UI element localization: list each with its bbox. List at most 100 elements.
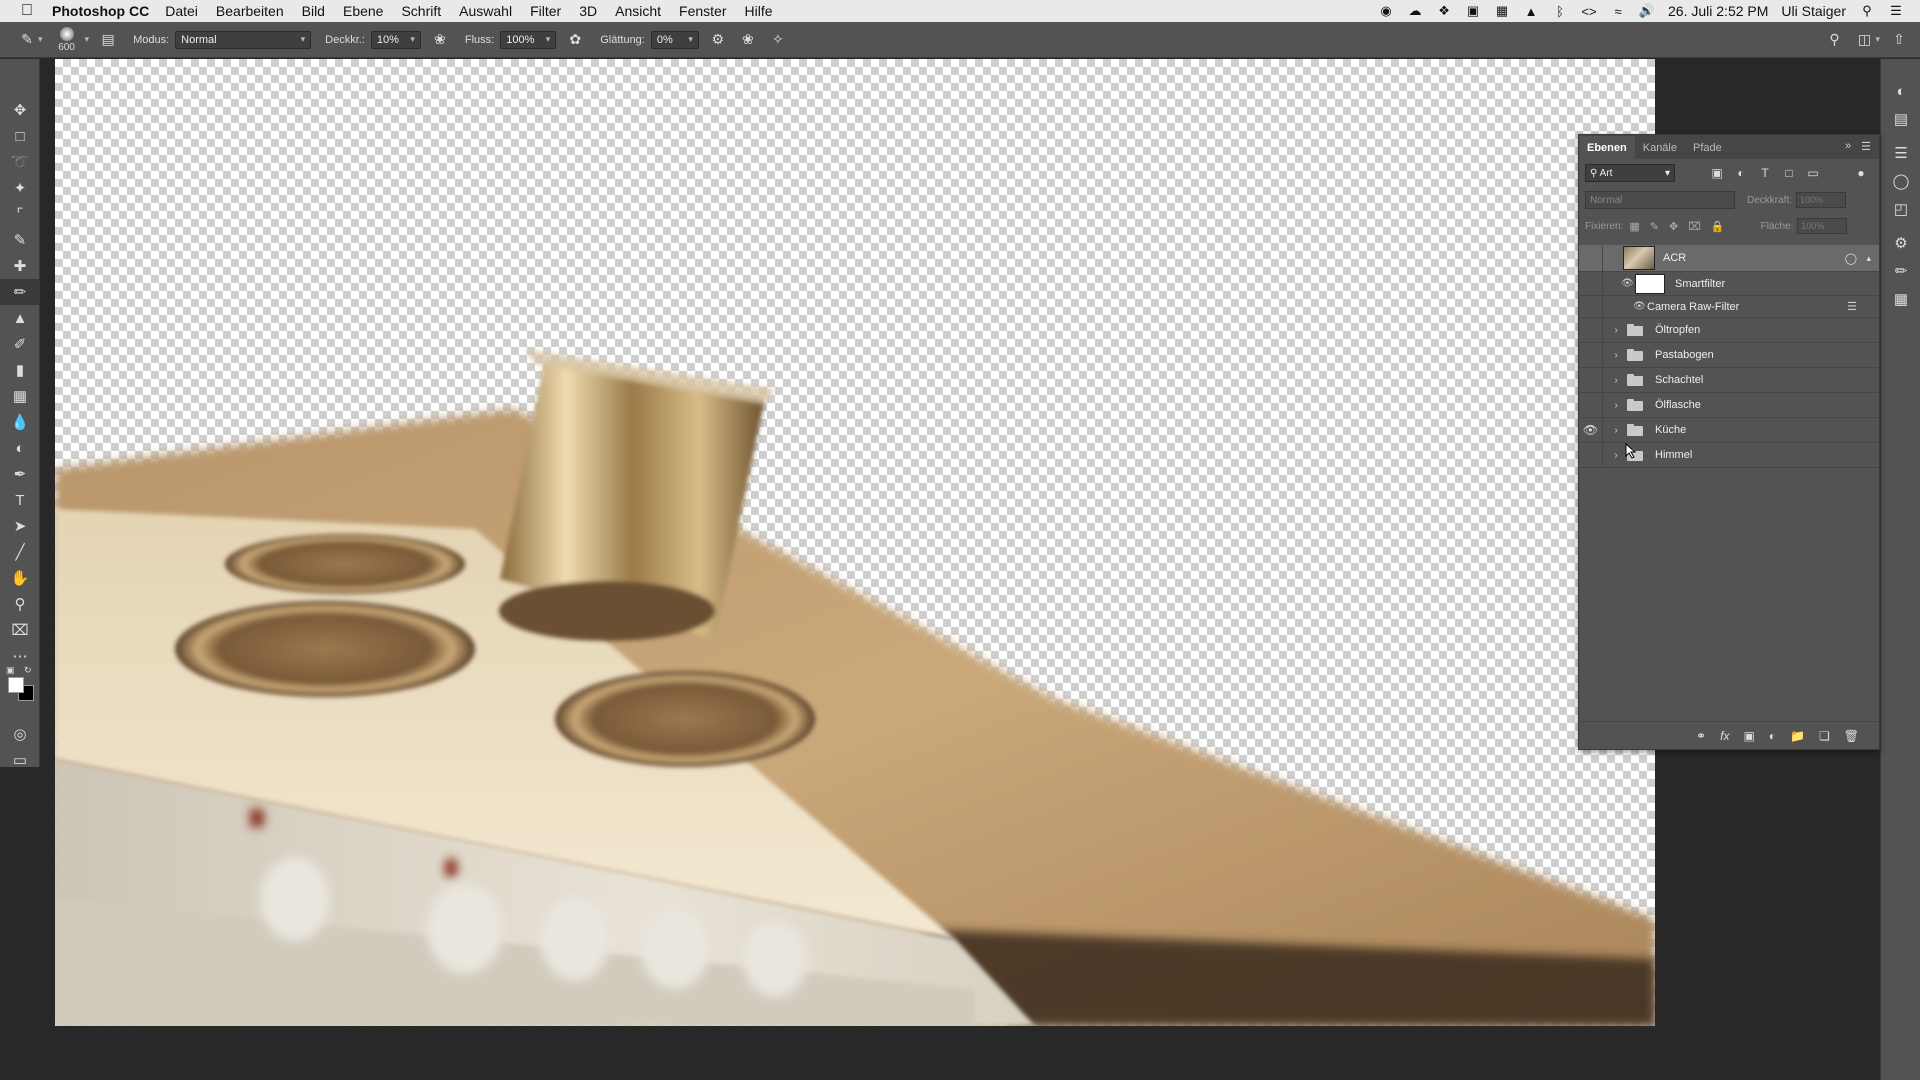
blur-tool-icon[interactable]: 💧 (0, 409, 40, 435)
filter-toggle-icon[interactable]: ● (1853, 166, 1869, 180)
workspace-chevron-down-icon[interactable]: ▾ (1875, 34, 1880, 45)
wifi-icon[interactable]: ≈ (1610, 4, 1626, 19)
layer-group-oeltropfen[interactable]: › Öltropfen (1579, 317, 1879, 343)
screen-mode-icon[interactable]: ▭ (0, 747, 40, 773)
crop-tool-icon[interactable]: ⌜ (0, 201, 40, 227)
filter-kind-select[interactable]: ⚲ Art ▾ (1585, 164, 1675, 182)
bluetooth-icon[interactable]: ᛒ (1552, 4, 1568, 19)
filter-pixel-icon[interactable]: ▣ (1709, 166, 1725, 180)
visibility-toggle[interactable] (1579, 342, 1603, 368)
dropbox-icon[interactable]: ❖ (1436, 3, 1452, 18)
layer-name[interactable]: Himmel (1655, 449, 1692, 461)
document-canvas[interactable] (55, 59, 1655, 1026)
lock-all-icon[interactable]: 🔒 (1711, 220, 1725, 233)
creative-cloud-icon[interactable]: ☁ (1407, 3, 1423, 18)
tab-pfade[interactable]: Pfade (1685, 142, 1730, 159)
visibility-toggle[interactable] (1579, 442, 1603, 468)
clock[interactable]: 26. Juli 2:52 PM (1668, 3, 1768, 19)
add-mask-icon[interactable]: ▣ (1743, 729, 1754, 743)
expand-chevron-right-icon[interactable]: › (1609, 400, 1623, 411)
layer-group-pastabogen[interactable]: › Pastabogen (1579, 342, 1879, 368)
layer-fill-field[interactable]: 100% (1797, 218, 1848, 234)
menu-fenster[interactable]: Fenster (679, 3, 726, 19)
mode-select[interactable]: Normal ▾ (175, 30, 312, 49)
layer-group-oelflasche[interactable]: › Ölflasche (1579, 392, 1879, 418)
type-tool-icon[interactable]: T (0, 487, 40, 513)
move-tool-icon[interactable]: ✥ (0, 97, 40, 123)
properties-panel-icon[interactable]: ⚙ (1881, 229, 1920, 257)
visibility-toggle[interactable] (1579, 317, 1603, 343)
zoom-tool-icon[interactable]: ⚲ (0, 591, 40, 617)
foreground-color-swatch[interactable] (8, 677, 24, 693)
expand-chevron-right-icon[interactable]: › (1609, 375, 1623, 386)
notification-center-icon[interactable]: ☰ (1888, 3, 1904, 18)
history-brush-tool-icon[interactable]: ✐ (0, 331, 40, 357)
smartfilter-mask-thumbnail[interactable] (1635, 273, 1665, 294)
symmetry-butterfly-icon[interactable]: ✧ (767, 29, 789, 51)
layer-group-himmel[interactable]: › Himmel (1579, 442, 1879, 468)
airbrush-icon[interactable]: ✿ (564, 29, 586, 51)
menu-ansicht[interactable]: Ansicht (615, 3, 661, 19)
layer-name[interactable]: Pastabogen (1655, 349, 1714, 361)
smartfilter-eye-icon[interactable]: 👁 (1621, 278, 1635, 289)
filter-smart-object-icon[interactable]: ▭ (1805, 166, 1821, 180)
collapse-panel-icon[interactable]: » (1845, 140, 1851, 153)
clone-stamp-tool-icon[interactable]: ▲ (0, 305, 40, 331)
warning-icon[interactable]: ▲ (1523, 4, 1539, 19)
layers-panel-icon[interactable]: ☰ (1881, 139, 1920, 167)
hand-tool-icon[interactable]: ✋ (0, 565, 40, 591)
flow-select[interactable]: 100% ▾ (500, 30, 557, 49)
collapse-effects-chevron-up-icon[interactable]: ▴ (1866, 253, 1871, 264)
workspace-icon[interactable]: ◫ (1853, 29, 1875, 51)
blend-mode-select[interactable]: Normal (1585, 191, 1735, 209)
layer-name[interactable]: Öltropfen (1655, 324, 1700, 336)
layer-name[interactable]: Küche (1655, 424, 1686, 436)
layer-row-acr[interactable]: ACR ◯ ▴ (1579, 245, 1879, 272)
brush-size-picker[interactable]: 600 (49, 25, 85, 55)
opacity-select[interactable]: 10% ▾ (370, 30, 421, 49)
menu-bearbeiten[interactable]: Bearbeiten (216, 3, 284, 19)
menu-auswahl[interactable]: Auswahl (459, 3, 512, 19)
filter-shape-icon[interactable]: □ (1781, 166, 1797, 180)
layer-opacity-field[interactable]: 100% (1796, 192, 1847, 208)
menu-ebene[interactable]: Ebene (343, 3, 383, 19)
menu-schrift[interactable]: Schrift (401, 3, 441, 19)
lock-transparent-icon[interactable]: ▦ (1629, 220, 1639, 233)
visibility-toggle[interactable] (1579, 245, 1603, 271)
layer-name[interactable]: Ölflasche (1655, 399, 1701, 411)
pressure-opacity-icon[interactable]: ❀ (429, 29, 451, 51)
volume-icon[interactable]: 🔊 (1639, 3, 1655, 18)
tab-kanaele[interactable]: Kanäle (1635, 142, 1685, 159)
gradient-tool-icon[interactable]: ▦ (0, 383, 40, 409)
eyedropper-tool-icon[interactable]: ✎ (0, 227, 40, 253)
marquee-tool-icon[interactable]: □ (0, 123, 40, 149)
code-icon[interactable]: <> (1581, 4, 1597, 19)
apple-icon[interactable]:  (10, 2, 44, 20)
dodge-tool-icon[interactable]: ◐ (0, 435, 40, 461)
swap-colors-icon[interactable]: ↻ (24, 665, 32, 676)
smoothing-select[interactable]: 0% ▾ (650, 30, 699, 49)
lock-artboard-icon[interactable]: ⌧ (1688, 220, 1701, 233)
expand-chevron-right-icon[interactable]: › (1609, 425, 1623, 436)
menu-3d[interactable]: 3D (579, 3, 597, 19)
brush-settings-icon[interactable]: ▤ (97, 29, 119, 51)
menu-datei[interactable]: Datei (165, 3, 198, 19)
layer-group-kueche[interactable]: 👁 › Küche (1579, 417, 1879, 443)
frame-tool-icon[interactable]: ⌧ (0, 617, 40, 643)
filter-eye-icon[interactable]: 👁 (1633, 301, 1647, 312)
clone-source-panel-icon[interactable]: ▦ (1881, 285, 1920, 313)
brush-tool-icon[interactable]: ✏ (0, 279, 40, 305)
eraser-tool-icon[interactable]: ▮ (0, 357, 40, 383)
visibility-toggle[interactable] (1579, 295, 1603, 318)
app-status-icon[interactable]: ▦ (1494, 3, 1510, 18)
brush-size-chevron-down-icon[interactable]: ▾ (85, 34, 90, 45)
healing-brush-tool-icon[interactable]: ✚ (0, 253, 40, 279)
channels-panel-icon[interactable]: ◯ (1881, 167, 1920, 195)
menu-bild[interactable]: Bild (302, 3, 325, 19)
pressure-size-icon[interactable]: ❀ (737, 29, 759, 51)
brush-tool-preset-icon[interactable]: ✎ (16, 29, 38, 51)
camera-raw-filter-row[interactable]: 👁 Camera Raw-Filter ☰ (1579, 295, 1879, 318)
filter-type-icon[interactable]: T (1757, 166, 1773, 180)
app-name-menu[interactable]: Photoshop CC (52, 3, 149, 19)
link-layers-icon[interactable]: ⚭ (1696, 729, 1706, 743)
